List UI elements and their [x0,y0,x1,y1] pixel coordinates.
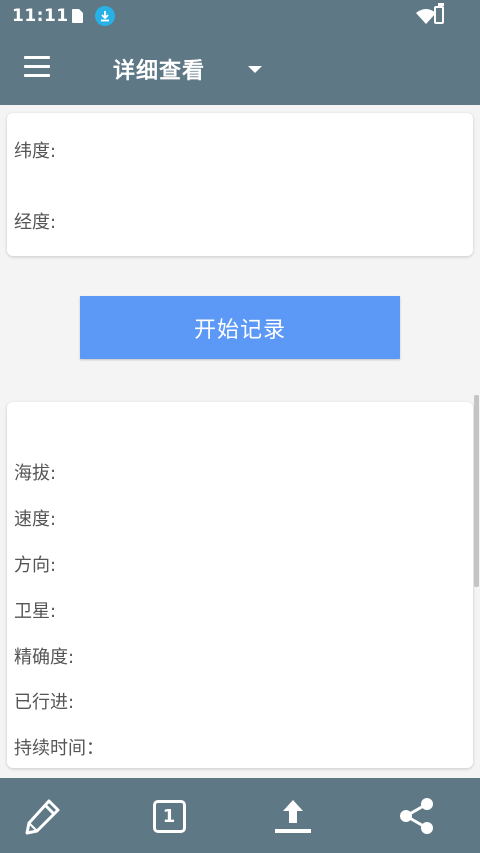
duration-label: 持续时间： [14,738,104,759]
edit-button[interactable] [22,795,64,837]
page-title: 详细查看 [113,59,206,84]
speed-label: 速度: [14,509,57,530]
upload-button[interactable] [272,795,314,837]
sim-card-icon [72,8,84,23]
longitude-label: 经度: [14,212,57,233]
status-bar: 11:11 [0,0,480,32]
menu-button[interactable] [24,56,50,78]
dropdown-arrow-icon[interactable] [248,66,262,73]
accuracy-label: 精确度: [14,647,75,668]
share-button[interactable] [396,795,438,837]
status-time: 11:11 [12,6,69,26]
page-number: 1 [152,799,186,833]
latitude-label: 纬度: [14,141,57,162]
direction-label: 方向: [14,555,57,576]
traveled-label: 已行进: [14,692,75,713]
location-card: 纬度: 经度: [7,113,473,256]
battery-icon [434,3,444,24]
altitude-label: 海拔: [14,463,57,484]
upload-icon [275,800,311,833]
app-bar: 详细查看 [0,32,480,105]
wifi-icon [416,8,436,28]
page-button[interactable]: 1 [148,795,190,837]
start-record-button[interactable]: 开始记录 [80,296,400,359]
download-icon [95,6,115,26]
pencil-icon [25,799,60,835]
share-icon [400,798,433,834]
details-card: 海拔: 速度: 方向: 卫星: 精确度: 已行进: 持续时间： [7,402,473,768]
bottom-toolbar: 1 [0,778,480,853]
scrollbar[interactable] [474,395,479,587]
satellite-label: 卫星: [14,601,57,622]
